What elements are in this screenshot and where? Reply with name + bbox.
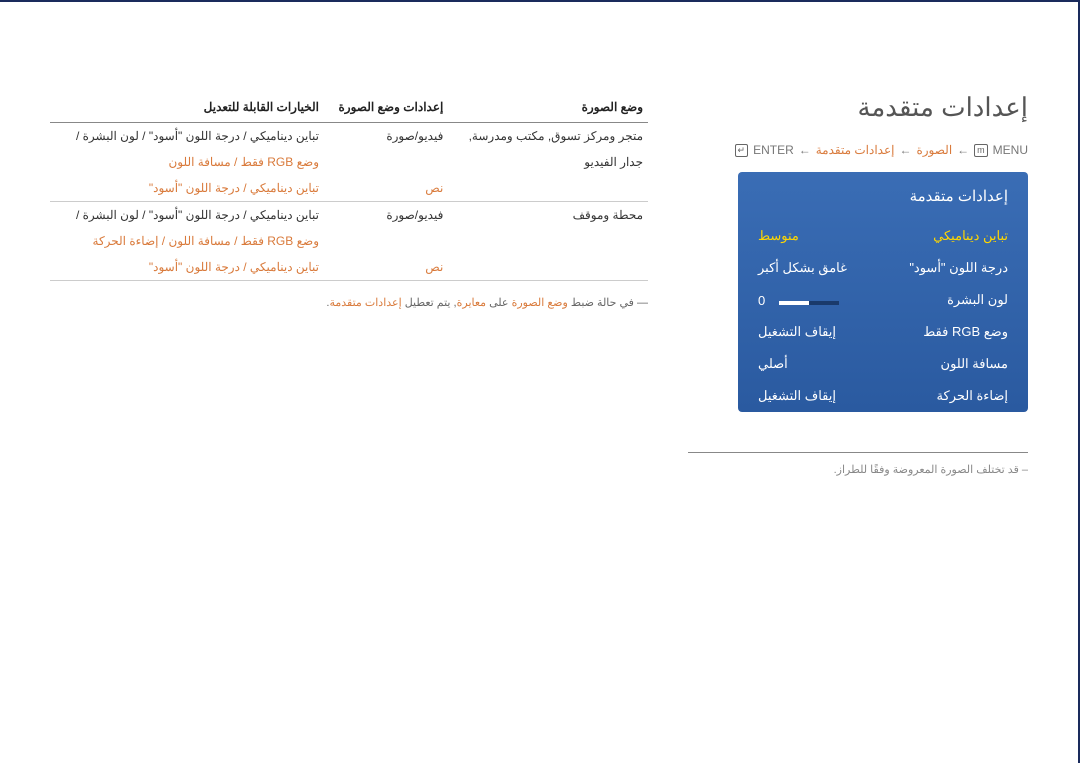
osd-label: لون البشرة xyxy=(947,292,1008,308)
osd-label: درجة اللون "أسود" xyxy=(909,260,1008,276)
table-row: نصتباين ديناميكي / درجة اللون "أسود" xyxy=(50,175,648,202)
arrow-icon: ← xyxy=(957,143,969,157)
enter-icon: ↵ xyxy=(735,144,749,157)
osd-value: 0 xyxy=(758,293,839,308)
enter-label: ENTER xyxy=(753,143,794,157)
osd-title: إعدادات متقدمة xyxy=(738,172,1028,220)
footnote: ― في حالة ضبط وضع الصورة على معايرة, يتم… xyxy=(50,296,648,309)
arrow-icon: ← xyxy=(899,143,911,157)
osd-item[interactable]: تباين ديناميكي متوسط xyxy=(738,220,1028,252)
table-row: محطة وموقففيديو/صورةتباين ديناميكي / درج… xyxy=(50,202,648,229)
th-adjustable: الخيارات القابلة للتعديل xyxy=(50,92,324,123)
menu-label: MENU xyxy=(993,143,1028,157)
table-row: نصتباين ديناميكي / درجة اللون "أسود" xyxy=(50,254,648,281)
model-note: – قد تختلف الصورة المعروضة وفقًا للطراز. xyxy=(688,452,1028,476)
osd-panel: إعدادات متقدمة تباين ديناميكي متوسط درجة ا… xyxy=(738,172,1028,412)
osd-value: إيقاف التشغيل xyxy=(758,388,836,404)
osd-value: أصلي xyxy=(758,356,788,372)
page-title: إعدادات متقدمة xyxy=(688,92,1028,123)
osd-label: مسافة اللون xyxy=(941,356,1008,372)
arrow-icon: ← xyxy=(799,143,811,157)
osd-item[interactable]: مسافة اللون أصلي xyxy=(738,348,1028,380)
osd-item[interactable]: إضاءة الحركة إيقاف التشغيل xyxy=(738,380,1028,412)
osd-value: غامق بشكل أكبر xyxy=(758,260,847,276)
crumb-picture: الصورة xyxy=(916,143,952,157)
osd-label: وضع RGB فقط xyxy=(923,324,1008,340)
slider[interactable] xyxy=(779,301,839,305)
th-picture-mode: وضع الصورة xyxy=(448,92,648,123)
osd-item[interactable]: درجة اللون "أسود" غامق بشكل أكبر xyxy=(738,252,1028,284)
osd-item[interactable]: لون البشرة 0 xyxy=(738,284,1028,316)
table-row: متجر ومركز تسوق, مكتب ومدرسة,فيديو/صورةت… xyxy=(50,123,648,150)
osd-item[interactable]: وضع RGB فقط إيقاف التشغيل xyxy=(738,316,1028,348)
options-table: وضع الصورة إعدادات وضع الصورة الخيارات ا… xyxy=(50,92,648,281)
th-picture-mode-settings: إعدادات وضع الصورة xyxy=(324,92,448,123)
table-row: جدار الفيديووضع RGB فقط / مسافة اللون xyxy=(50,149,648,175)
breadcrumb: MENU m ← الصورة ← إعدادات متقدمة ← ENTER… xyxy=(688,143,1028,157)
osd-value: إيقاف التشغيل xyxy=(758,324,836,340)
table-row: وضع RGB فقط / مسافة اللون / إضاءة الحركة xyxy=(50,228,648,254)
menu-icon: m xyxy=(974,144,988,157)
osd-label: إضاءة الحركة xyxy=(937,388,1008,404)
crumb-advanced: إعدادات متقدمة xyxy=(816,143,895,157)
osd-value: متوسط xyxy=(758,228,799,244)
osd-label: تباين ديناميكي xyxy=(933,228,1008,244)
